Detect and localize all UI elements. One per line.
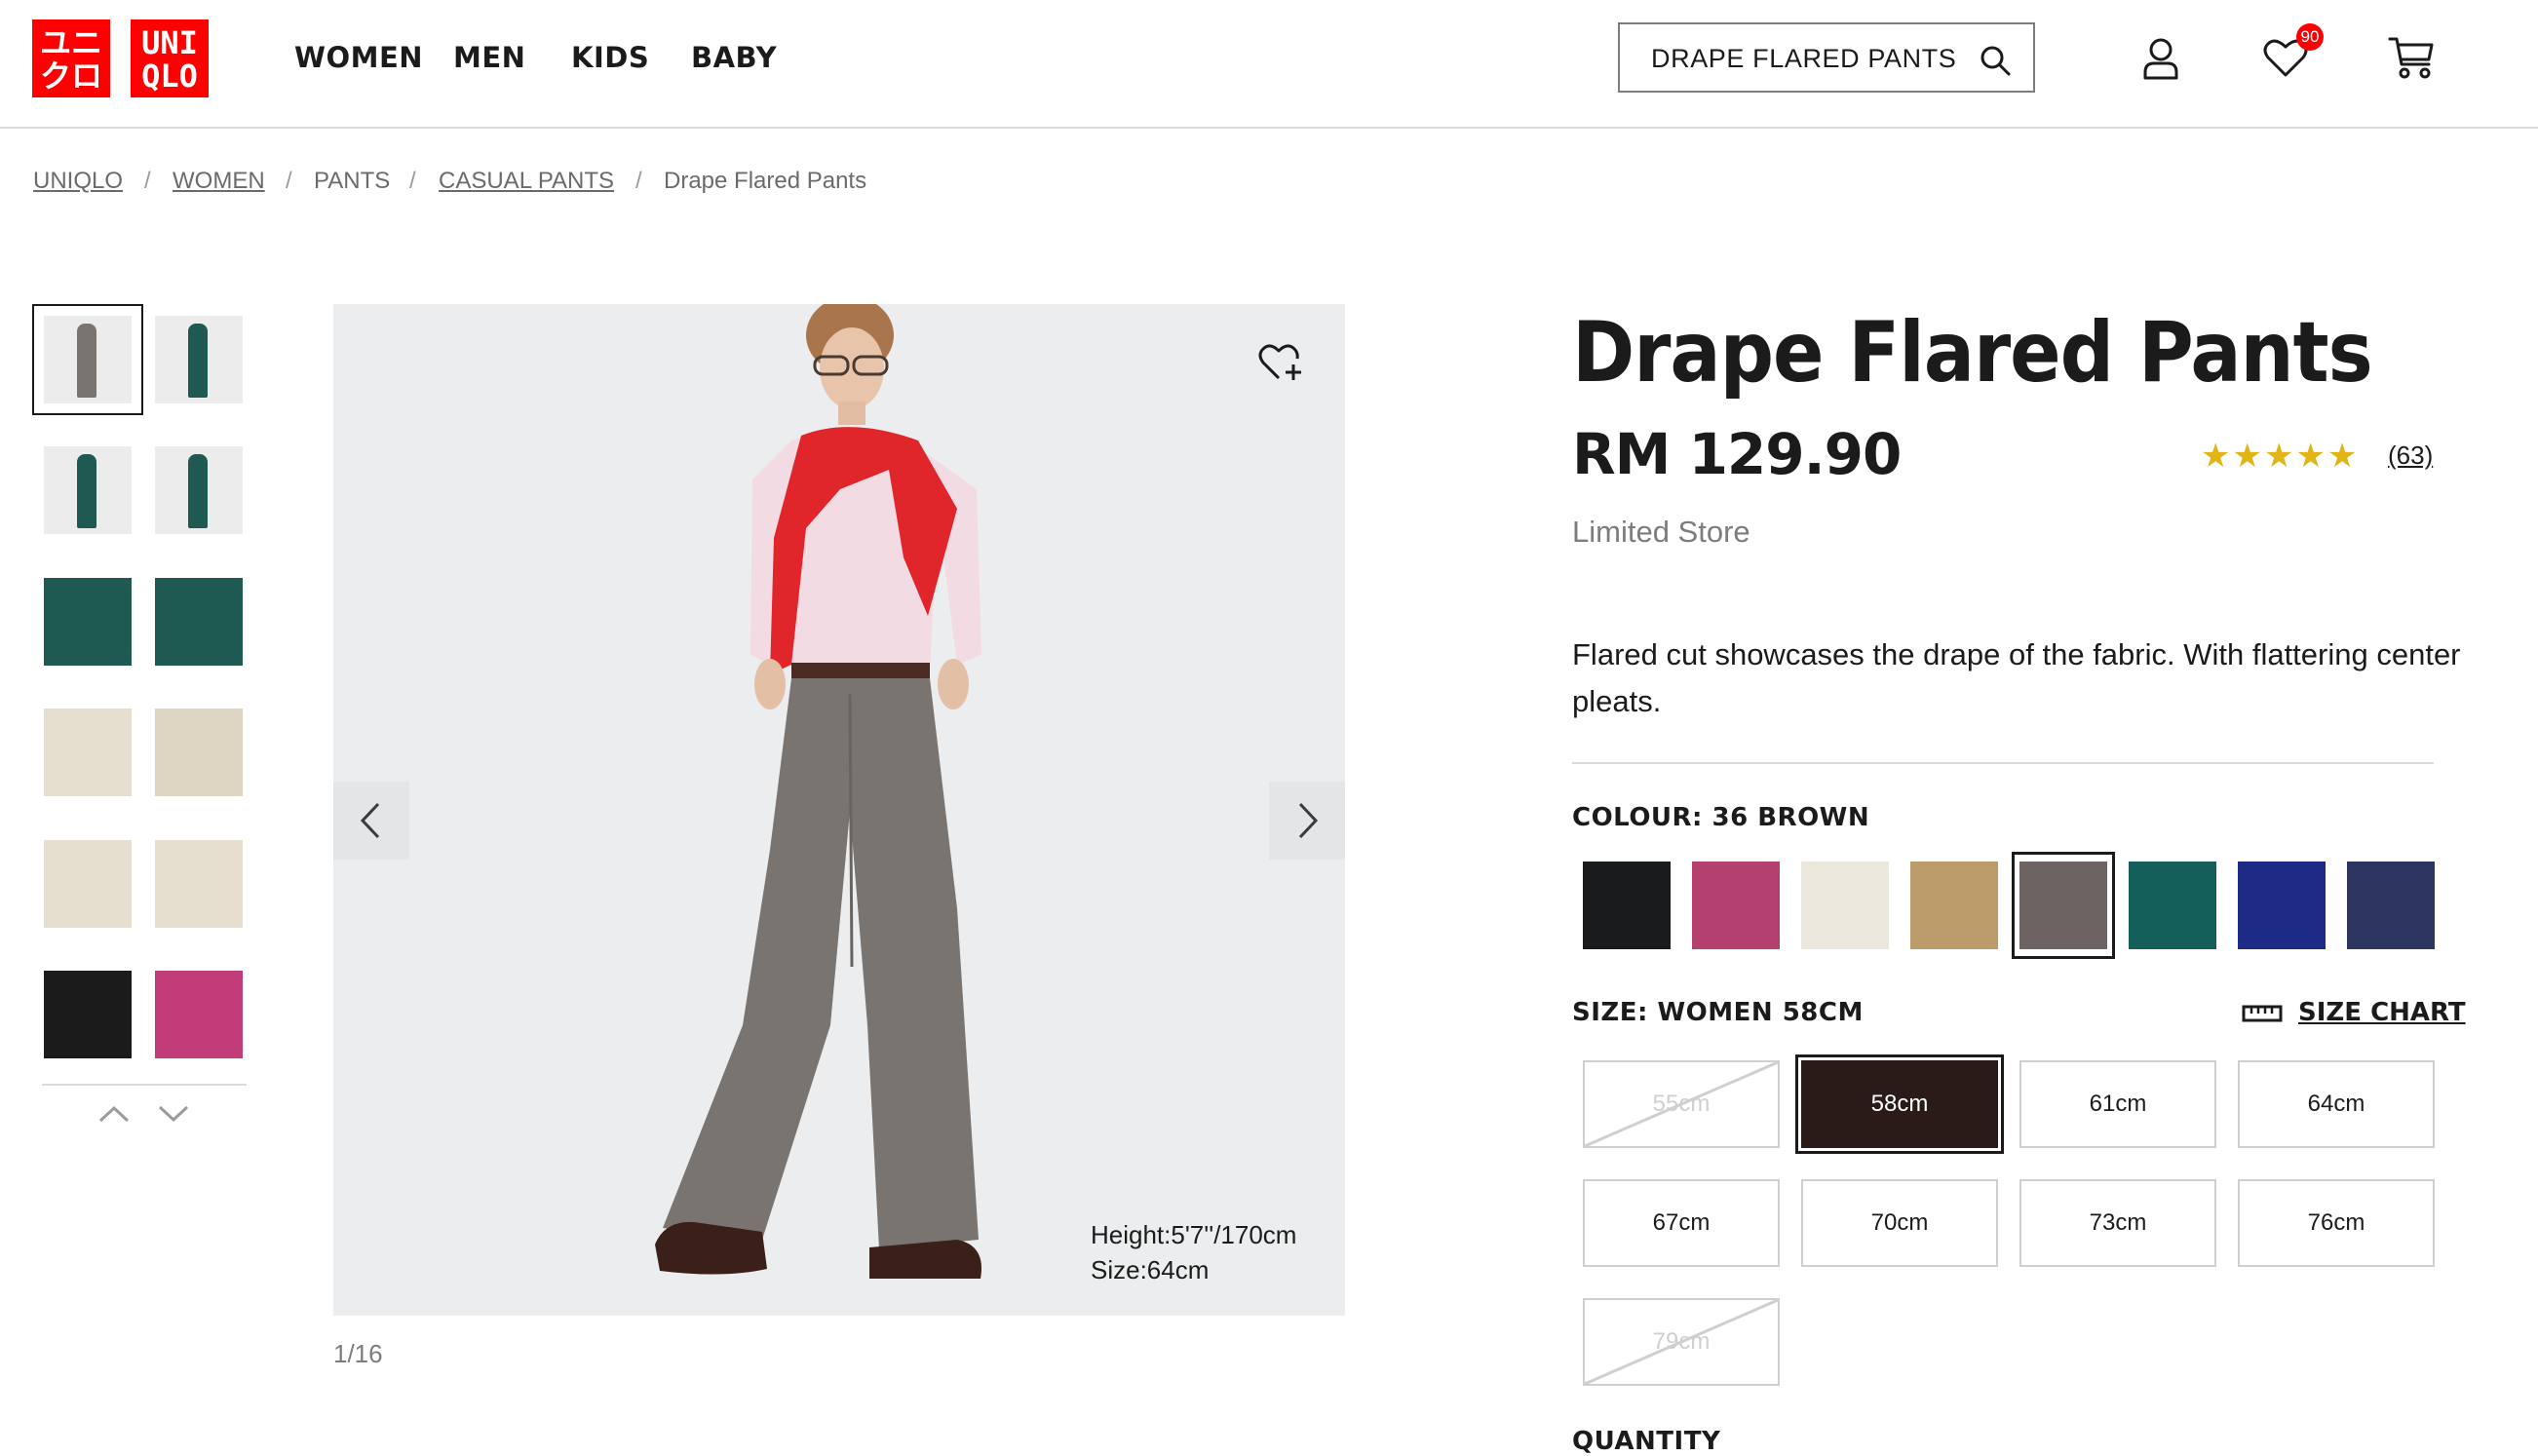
size-option[interactable]: 58cm <box>1795 1054 2004 1154</box>
thumbnail-divider <box>42 1084 247 1086</box>
model-height-caption: Height:5'7''/170cm <box>1091 1220 1297 1249</box>
logo-jp-line1: ユニ <box>39 24 102 61</box>
size-option-label: 55cm <box>1652 1091 1711 1117</box>
chevron-down-icon[interactable] <box>156 1103 191 1125</box>
breadcrumb-current: Drape Flared Pants <box>664 168 867 194</box>
size-option-label: 73cm <box>2089 1209 2147 1236</box>
logo-jp-line2: クロ <box>39 57 102 95</box>
section-divider <box>1572 762 2434 764</box>
product-thumbnail[interactable] <box>155 578 243 666</box>
search-icon[interactable] <box>1979 44 2012 77</box>
chevron-up-icon[interactable] <box>96 1103 132 1125</box>
nav-kids[interactable]: KIDS <box>571 41 649 74</box>
size-label: SIZE: WOMEN 58CM <box>1572 998 1864 1027</box>
thumbnail-figure <box>188 324 208 398</box>
colour-swatch[interactable] <box>1910 862 1998 949</box>
product-thumbnail[interactable] <box>44 316 132 403</box>
breadcrumb-separator: / <box>409 168 416 194</box>
product-thumbnail[interactable] <box>44 971 132 1058</box>
product-thumbnail[interactable] <box>155 971 243 1058</box>
product-main-image[interactable]: Height:5'7''/170cm Size:64cm <box>333 304 1345 1316</box>
size-option-label: 79cm <box>1652 1328 1711 1355</box>
product-title: Drape Flared Pants <box>1572 304 2373 402</box>
search-input[interactable]: DRAPE FLARED PANTS <box>1651 44 1956 74</box>
next-image-button[interactable] <box>1269 782 1345 860</box>
size-option: 79cm <box>1583 1298 1780 1386</box>
product-thumbnail[interactable] <box>155 840 243 928</box>
product-thumbnail[interactable] <box>44 578 132 666</box>
user-icon[interactable] <box>2142 37 2179 80</box>
prev-image-button[interactable] <box>333 782 409 860</box>
model-photo <box>655 304 981 1279</box>
size-chart-link[interactable]: SIZE CHART <box>2298 998 2466 1027</box>
breadcrumb-women[interactable]: WOMEN <box>173 168 265 195</box>
colour-swatch[interactable] <box>2238 862 2326 949</box>
nav-men[interactable]: MEN <box>453 41 525 74</box>
product-price: RM 129.90 <box>1572 421 1902 487</box>
size-option[interactable]: 67cm <box>1583 1179 1780 1267</box>
quantity-label: QUANTITY <box>1572 1427 1721 1456</box>
product-thumbnail[interactable] <box>155 709 243 796</box>
breadcrumb-uniqlo[interactable]: UNIQLO <box>33 168 123 195</box>
ruler-icon[interactable] <box>2242 1002 2283 1023</box>
size-option-label: 67cm <box>1652 1209 1711 1236</box>
product-thumbnail[interactable] <box>44 446 132 534</box>
rating-stars: ★★★★★ <box>2201 438 2360 475</box>
product-description: Flared cut showcases the drape of the fa… <box>1572 637 2461 718</box>
breadcrumb-separator: / <box>286 168 292 194</box>
colour-swatch[interactable] <box>2129 862 2216 949</box>
thumbnail-figure <box>188 454 208 528</box>
model-size-caption: Size:64cm <box>1091 1255 1210 1284</box>
search-box[interactable]: DRAPE FLARED PANTS <box>1618 22 2035 93</box>
logo-en-line2: QLO <box>141 57 198 95</box>
size-option[interactable]: 64cm <box>2238 1060 2435 1148</box>
size-option-label: 70cm <box>1870 1209 1929 1236</box>
uniqlo-logo-jp[interactable]: ユニ クロ <box>32 19 110 97</box>
breadcrumb-separator: / <box>635 168 642 194</box>
chevron-right-icon <box>1298 802 1319 839</box>
size-option[interactable]: 61cm <box>2019 1060 2216 1148</box>
thumbnail-figure <box>77 454 96 528</box>
colour-label: COLOUR: 36 BROWN <box>1572 803 1870 832</box>
product-thumbnail[interactable] <box>44 840 132 928</box>
site-header: ユニ クロ UNI QLO WOMEN MEN KIDS BABY DRAPE … <box>0 0 2538 129</box>
size-option-label: 58cm <box>1870 1091 1929 1117</box>
size-option-label: 61cm <box>2089 1091 2147 1117</box>
colour-swatch[interactable] <box>1692 862 1780 949</box>
nav-baby[interactable]: BABY <box>691 41 777 74</box>
cart-icon[interactable] <box>2388 35 2435 80</box>
colour-swatch-selected-frame <box>2012 852 2115 959</box>
product-thumbnail[interactable] <box>155 446 243 534</box>
size-option-label: 64cm <box>2307 1091 2365 1117</box>
breadcrumb-separator: / <box>144 168 151 194</box>
breadcrumb-pants[interactable]: PANTS <box>314 168 390 195</box>
product-thumbnail[interactable] <box>44 709 132 796</box>
logo-en-line1: UNI <box>141 24 198 61</box>
colour-swatch[interactable] <box>1801 862 1889 949</box>
nav-women[interactable]: WOMEN <box>294 41 423 74</box>
size-option[interactable]: 73cm <box>2019 1179 2216 1267</box>
availability-label: Limited Store <box>1572 515 1750 549</box>
thumbnail-figure <box>77 324 96 398</box>
product-thumbnail[interactable] <box>155 316 243 403</box>
colour-swatch[interactable] <box>2347 862 2435 949</box>
size-option-label: 76cm <box>2307 1209 2365 1236</box>
review-count-link[interactable]: (63) <box>2388 441 2433 471</box>
size-option: 55cm <box>1583 1060 1780 1148</box>
chevron-left-icon <box>360 802 380 839</box>
add-to-wishlist-icon[interactable] <box>1257 341 1304 384</box>
size-option[interactable]: 76cm <box>2238 1179 2435 1267</box>
image-counter: 1/16 <box>333 1339 383 1368</box>
breadcrumb-casual-pants[interactable]: CASUAL PANTS <box>439 168 614 195</box>
size-option[interactable]: 70cm <box>1801 1179 1998 1267</box>
wishlist-count-badge: 90 <box>2296 23 2324 51</box>
colour-swatch[interactable] <box>1583 862 1671 949</box>
uniqlo-logo-en[interactable]: UNI QLO <box>131 19 209 97</box>
